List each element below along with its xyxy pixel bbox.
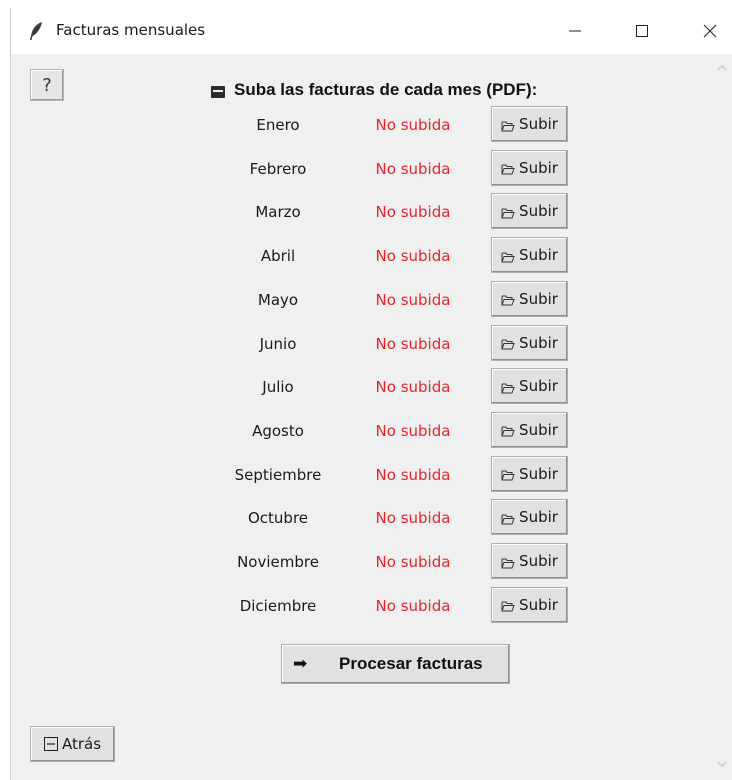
open-folder-icon	[501, 426, 515, 437]
upload-label: Subir	[519, 508, 558, 527]
upload-button[interactable]: Subir	[491, 280, 568, 317]
month-label: Mayo	[257, 290, 299, 309]
open-folder-icon	[501, 601, 515, 612]
open-folder-icon	[501, 339, 515, 350]
title-bar[interactable]: Facturas mensuales	[11, 8, 732, 54]
upload-label: Subir	[519, 333, 558, 352]
upload-status: No subida	[375, 509, 451, 528]
upload-status: No subida	[375, 159, 451, 178]
upload-label: Subir	[519, 595, 558, 614]
upload-status: No subida	[375, 378, 451, 397]
instructions-header: Suba las facturas de cada mes (PDF):	[211, 79, 537, 101]
back-button[interactable]: Atrás	[30, 726, 115, 762]
month-row: Marzo No subida Subir	[11, 193, 732, 231]
feather-icon	[30, 22, 42, 40]
month-row: Octubre No subida Subir	[11, 499, 732, 537]
process-invoices-label: Procesar facturas	[339, 654, 483, 673]
back-icon	[43, 737, 58, 751]
month-label: Agosto	[252, 421, 304, 440]
maximize-icon	[636, 25, 648, 37]
upload-status: No subida	[375, 203, 451, 222]
minimize-button[interactable]	[552, 8, 598, 54]
help-icon: ?	[42, 74, 52, 96]
upload-status: No subida	[375, 247, 451, 266]
month-label: Julio	[262, 378, 294, 397]
upload-button[interactable]: Subir	[491, 543, 568, 579]
maximize-button[interactable]	[619, 8, 665, 54]
upload-button[interactable]: Subir	[491, 411, 568, 448]
scroll-up-icon[interactable]	[717, 64, 727, 71]
month-row: Noviembre No subida Subir	[11, 543, 732, 581]
upload-button[interactable]: Subir	[491, 455, 568, 492]
month-label: Noviembre	[237, 553, 319, 571]
upload-label: Subir	[519, 115, 558, 133]
back-label: Atrás	[61, 735, 102, 753]
upload-label: Subir	[519, 377, 558, 396]
upload-button[interactable]: Subir	[491, 324, 568, 361]
month-row: Julio No subida Subir	[11, 368, 732, 406]
month-label: Abril	[260, 247, 296, 266]
month-label: Octubre	[247, 509, 309, 528]
month-label: Marzo	[255, 203, 301, 222]
scrollbar[interactable]	[711, 54, 732, 780]
open-folder-icon	[501, 164, 515, 175]
upload-status: No subida	[375, 290, 451, 309]
process-invoices-button[interactable]: ➡ Procesar facturas	[281, 644, 510, 684]
upload-label: Subir	[519, 464, 558, 483]
upload-label: Subir	[519, 552, 558, 570]
month-label: Septiembre	[234, 465, 322, 484]
help-button[interactable]: ?	[30, 69, 64, 101]
open-folder-icon	[501, 514, 515, 525]
month-label: Diciembre	[239, 596, 317, 615]
upload-label: Subir	[519, 202, 558, 221]
upload-status: No subida	[375, 334, 451, 353]
open-folder-icon	[501, 252, 515, 263]
scroll-down-icon[interactable]	[717, 761, 727, 768]
month-row: Junio No subida Subir	[11, 324, 732, 363]
open-folder-icon	[501, 121, 515, 131]
month-label: Enero	[256, 116, 300, 134]
arrow-right-icon: ➡	[293, 654, 308, 674]
open-folder-icon	[501, 208, 515, 219]
month-row: Septiembre No subida Subir	[11, 455, 732, 494]
open-folder-icon	[501, 470, 515, 481]
month-label: Febrero	[249, 159, 307, 178]
upload-button[interactable]: Subir	[491, 368, 568, 405]
close-button[interactable]	[687, 8, 732, 54]
upload-status: No subida	[375, 553, 451, 571]
upload-status: No subida	[375, 421, 451, 440]
window-title: Facturas mensuales	[56, 21, 206, 39]
upload-button[interactable]: Subir	[491, 106, 568, 142]
month-row: Febrero No subida Subir	[11, 149, 732, 188]
upload-label: Subir	[519, 420, 558, 439]
close-icon	[703, 24, 717, 38]
instructions-text: Suba las facturas de cada mes (PDF):	[234, 80, 538, 99]
upload-button[interactable]: Subir	[491, 149, 568, 186]
upload-button[interactable]: Subir	[491, 499, 568, 536]
upload-label: Subir	[519, 158, 558, 177]
open-folder-icon	[501, 383, 515, 394]
month-row: Abril No subida Subir	[11, 237, 732, 275]
upload-status: No subida	[375, 116, 451, 134]
month-row: Mayo No subida Subir	[11, 280, 732, 319]
month-row: Diciembre No subida Subir	[11, 586, 732, 625]
upload-label: Subir	[519, 246, 558, 265]
upload-button[interactable]: Subir	[491, 586, 568, 623]
open-folder-icon	[501, 295, 515, 306]
month-label: Junio	[259, 334, 297, 353]
upload-button[interactable]: Subir	[491, 237, 568, 274]
app-window: Facturas mensuales ? Suba las facturas d…	[10, 8, 732, 780]
upload-status: No subida	[375, 465, 451, 484]
upload-label: Subir	[519, 289, 558, 308]
upload-button[interactable]: Subir	[491, 193, 568, 230]
month-row: Enero No subida Subir	[11, 106, 732, 144]
month-row: Agosto No subida Subir	[11, 411, 732, 450]
minimize-icon	[569, 30, 581, 32]
upload-status: No subida	[375, 596, 451, 615]
folder-icon	[211, 85, 225, 98]
open-folder-icon	[501, 558, 515, 568]
